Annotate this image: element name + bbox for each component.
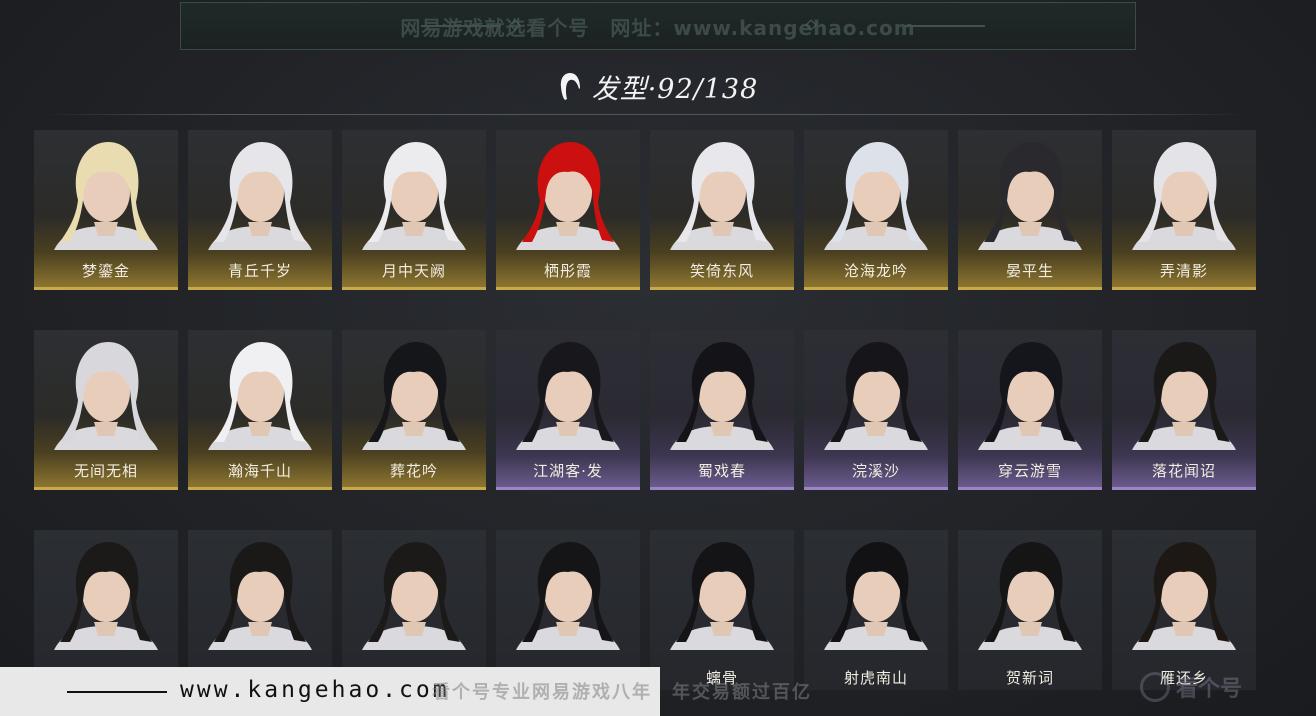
- hairstyle-card[interactable]: 江湖客·发: [496, 330, 640, 490]
- character-portrait: [516, 542, 620, 650]
- character-portrait: [362, 342, 466, 450]
- corner-logo: 看个号: [1140, 658, 1316, 716]
- hairstyle-name: 葬花吟: [389, 462, 438, 480]
- hairstyle-name: 弄清影: [1159, 262, 1208, 280]
- hairstyle-card[interactable]: 月中天阙: [342, 130, 486, 290]
- character-portrait: [54, 542, 158, 650]
- character-portrait: [516, 142, 620, 250]
- character-portrait: [824, 342, 928, 450]
- character-portrait: [824, 542, 928, 650]
- hairstyle-name: 贺新词: [1005, 669, 1054, 687]
- header-divider: [40, 114, 1250, 115]
- hairstyle-card[interactable]: 葬花吟: [342, 330, 486, 490]
- banner-decoration: [905, 25, 985, 27]
- character-portrait: [54, 142, 158, 250]
- footer-slogan: 看个号专业网易游戏八年 年交易额过百亿: [432, 682, 812, 703]
- character-portrait: [670, 342, 774, 450]
- hairstyle-name: 穿云游雪: [997, 462, 1062, 480]
- character-portrait: [362, 142, 466, 250]
- hairstyle-card[interactable]: 瀚海千山: [188, 330, 332, 490]
- character-portrait: [978, 142, 1082, 250]
- hairstyle-name: 瀚海千山: [227, 462, 292, 480]
- hairstyle-card[interactable]: 梦鎏金: [34, 130, 178, 290]
- character-portrait: [516, 342, 620, 450]
- hairstyle-grid: 梦鎏金 青丘千岁 月中天阙 栖彤霞 笑倚东风 沧海龙吟 晏平生 弄清影无间无相 瀚海千山 葬花吟 江…: [34, 130, 1256, 690]
- hairstyle-card[interactable]: [496, 530, 640, 690]
- hairstyle-name: 无间无相: [73, 462, 138, 480]
- character-portrait: [208, 142, 312, 250]
- logo-circle-icon: [1140, 672, 1170, 702]
- hairstyle-name: 青丘千岁: [227, 262, 292, 280]
- banner-decoration: [421, 25, 501, 27]
- footer-line: [67, 691, 167, 693]
- page-title: 发型·92/138: [591, 73, 759, 105]
- character-portrait: [670, 142, 774, 250]
- hairstyle-card[interactable]: [342, 530, 486, 690]
- hairstyle-card[interactable]: 落花闻诏: [1112, 330, 1256, 490]
- hairstyle-card[interactable]: 穿云游雪: [958, 330, 1102, 490]
- hairstyle-card[interactable]: 栖彤霞: [496, 130, 640, 290]
- top-watermark-banner: 网易游戏就选看个号 网址：www.kangehao.com: [180, 2, 1136, 50]
- hairstyle-card[interactable]: 青丘千岁: [188, 130, 332, 290]
- hairstyle-card[interactable]: 浣溪沙: [804, 330, 948, 490]
- hairstyle-name: 落花闻诏: [1151, 462, 1216, 480]
- hairstyle-name: 梦鎏金: [81, 262, 130, 280]
- page-header: 发型·92/138: [0, 66, 1316, 106]
- character-portrait: [978, 342, 1082, 450]
- character-portrait: [54, 342, 158, 450]
- footer-url: www.kangehao.com: [180, 677, 450, 703]
- character-portrait: [362, 542, 466, 650]
- character-portrait: [1132, 142, 1236, 250]
- hairstyle-card[interactable]: 蜀戏春: [650, 330, 794, 490]
- character-portrait: [208, 342, 312, 450]
- hairstyle-card[interactable]: 射虎南山: [804, 530, 948, 690]
- hairstyle-card[interactable]: 无间无相: [34, 330, 178, 490]
- hairstyle-card[interactable]: 笑倚东风: [650, 130, 794, 290]
- hairstyle-card[interactable]: 弄清影: [1112, 130, 1256, 290]
- hairstyle-name: 栖彤霞: [543, 262, 592, 280]
- hairstyle-name: 蜀戏春: [697, 462, 746, 480]
- hairstyle-card[interactable]: [34, 530, 178, 690]
- hairstyle-icon: [560, 73, 580, 100]
- character-portrait: [978, 542, 1082, 650]
- character-portrait: [824, 142, 928, 250]
- logo-text: 看个号: [1176, 677, 1243, 702]
- hairstyle-name: 笑倚东风: [689, 262, 754, 280]
- hairstyle-name: 江湖客·发: [533, 462, 603, 480]
- hairstyle-name: 沧海龙吟: [843, 262, 908, 280]
- hairstyle-card[interactable]: 晏平生: [958, 130, 1102, 290]
- character-portrait: [1132, 542, 1236, 650]
- hairstyle-card[interactable]: 贺新词: [958, 530, 1102, 690]
- hairstyle-name: 射虎南山: [843, 669, 908, 687]
- character-portrait: [208, 542, 312, 650]
- hairstyle-card[interactable]: 沧海龙吟: [804, 130, 948, 290]
- hairstyle-card[interactable]: 螭骨: [650, 530, 794, 690]
- hairstyle-card[interactable]: [188, 530, 332, 690]
- character-portrait: [1132, 342, 1236, 450]
- hairstyle-name: 浣溪沙: [851, 462, 900, 480]
- character-portrait: [670, 542, 774, 650]
- hairstyle-name: 月中天阙: [381, 262, 446, 280]
- hairstyle-name: 晏平生: [1005, 262, 1054, 280]
